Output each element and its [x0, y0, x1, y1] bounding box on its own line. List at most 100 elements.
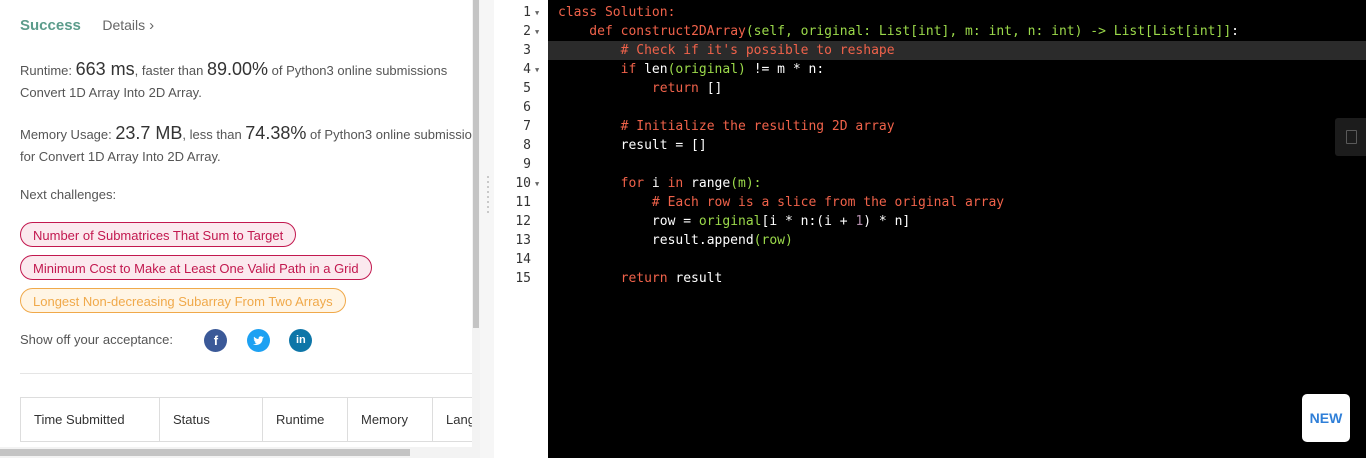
challenge-tag[interactable]: Minimum Cost to Make at Least One Valid … — [20, 255, 372, 280]
code-token: return — [558, 81, 699, 96]
fold-arrow-icon[interactable]: ▼ — [535, 175, 539, 194]
line-number: 13 — [494, 231, 548, 250]
code-line-5[interactable]: return [] — [558, 79, 722, 98]
line-number-text: 14 — [515, 252, 531, 267]
linkedin-icon[interactable]: in — [289, 328, 313, 352]
twitter-bird-icon — [252, 335, 264, 345]
code-token: len — [636, 62, 668, 77]
memory-value: 23.7 MB — [115, 123, 183, 143]
chevron-right-icon: › — [149, 17, 155, 34]
column-header-status[interactable]: Status — [160, 398, 263, 442]
code-line-12[interactable]: row = original[i * n:(i + 1) * n] — [558, 212, 910, 231]
memory-suffix: of Python3 online submissions — [306, 127, 472, 142]
line-number: 10 ▼ — [494, 174, 548, 193]
line-number: 5 — [494, 79, 548, 98]
code-line-15[interactable]: return result — [558, 269, 723, 288]
fold-arrow-icon[interactable]: ▼ — [535, 61, 539, 80]
details-label: Details — [102, 17, 146, 33]
submissions-table-header: Time Submitted Status Runtime Memory Lan… — [20, 397, 472, 442]
code-token: Solution: — [597, 5, 676, 20]
code-line-2[interactable]: def construct2DArray(self, original: Lis… — [558, 22, 1239, 41]
line-number-text: 1 — [523, 5, 531, 20]
line-number: 11 — [494, 193, 548, 212]
memory-less-text: , less than — [182, 127, 246, 142]
runtime-label: Runtime: — [20, 63, 76, 78]
code-line-4[interactable]: if len(original) != m * n: — [558, 60, 825, 79]
splitter-grip-dot — [487, 201, 489, 203]
code-line-13[interactable]: result.append(row) — [558, 231, 793, 250]
result-header: Success Details › — [20, 17, 154, 35]
divider — [20, 373, 472, 374]
code-token: def — [558, 24, 613, 39]
challenge-tag[interactable]: Longest Non-decreasing Subarray From Two… — [20, 288, 346, 313]
panel-splitter[interactable] — [480, 0, 494, 458]
facebook-icon[interactable]: f — [204, 328, 228, 352]
line-number: 2 ▼ — [494, 22, 548, 41]
line-number-text: 9 — [523, 157, 531, 172]
code-token: return — [558, 271, 668, 286]
code-token: (original) — [667, 62, 746, 77]
code-token: construct2DArray — [612, 24, 746, 39]
line-number-text: 4 — [523, 62, 531, 77]
column-header-runtime[interactable]: Runtime — [263, 398, 348, 442]
fold-arrow-icon[interactable]: ▼ — [535, 4, 539, 23]
code-token: List[int] — [878, 24, 950, 39]
line-number: 3 — [494, 41, 548, 60]
line-number: 8 — [494, 136, 548, 155]
code-line-1[interactable]: class Solution: — [558, 3, 675, 22]
code-line-7[interactable]: # Initialize the resulting 2D array — [558, 117, 895, 136]
line-number-text: 13 — [515, 233, 531, 248]
memory-problem: for Convert 1D Array Into 2D Array. — [20, 149, 221, 164]
column-header-time-submitted[interactable]: Time Submitted — [21, 398, 160, 442]
code-token: = [] — [667, 138, 707, 153]
code-line-8[interactable]: result = [] — [558, 136, 707, 155]
fold-arrow-icon[interactable]: ▼ — [535, 23, 539, 42]
line-number-text: 15 — [515, 271, 531, 286]
code-token: row — [558, 214, 676, 229]
code-line-10[interactable]: for i in range(m): — [558, 174, 762, 193]
code-token: original — [698, 214, 762, 229]
code-token: [] — [698, 81, 723, 96]
success-status: Success — [20, 17, 81, 34]
new-button[interactable]: NEW — [1302, 394, 1350, 442]
share-label: Show off your acceptance: — [20, 332, 173, 347]
challenge-tag[interactable]: Number of Submatrices That Sum to Target — [20, 222, 297, 247]
line-number: 15 — [494, 269, 548, 288]
horizontal-scrollbar-thumb[interactable] — [0, 449, 410, 456]
code-token: range — [683, 176, 731, 191]
code-line-11[interactable]: # Each row is a slice from the original … — [558, 193, 1004, 212]
memory-percent: 74.38% — [245, 123, 307, 143]
code-token: ) * n] — [863, 214, 911, 229]
code-token: List[List[int]] — [1113, 24, 1232, 39]
line-number-text: 2 — [523, 24, 531, 39]
column-header-language[interactable]: Language — [433, 398, 472, 442]
code-token: result — [558, 138, 668, 153]
splitter-grip-dot — [487, 196, 489, 198]
code-comment: # Each row is a slice from the original … — [558, 195, 1005, 210]
code-token: : — [1231, 24, 1239, 39]
submission-result-panel: Success Details › Runtime: 663 ms, faster… — [0, 0, 472, 458]
code-token: [i * n:(i + — [761, 214, 856, 229]
splitter-grip-dot — [487, 176, 489, 178]
line-number-text: 5 — [523, 81, 531, 96]
line-number: 6 — [494, 98, 548, 117]
code-token: != m * n: — [745, 62, 825, 77]
vertical-scrollbar-thumb[interactable] — [473, 0, 479, 328]
line-number: 12 — [494, 212, 548, 231]
line-number-text: 8 — [523, 138, 531, 153]
twitter-icon[interactable] — [246, 328, 270, 352]
code-line-3[interactable]: # Check if it's possible to reshape — [558, 41, 895, 60]
splitter-grip-dot — [487, 181, 489, 183]
splitter-grip-dot — [487, 186, 489, 188]
details-link[interactable]: Details › — [102, 17, 155, 34]
line-number: 1 ▼ — [494, 3, 548, 22]
share-row: Show off your acceptance: f in — [20, 328, 313, 352]
side-panel-toggle-button[interactable] — [1335, 118, 1366, 156]
code-token: (row) — [753, 233, 793, 248]
code-comment: # Check if it's possible to reshape — [558, 43, 895, 58]
line-number: 4 ▼ — [494, 60, 548, 79]
code-token: if — [558, 62, 637, 77]
line-number-text: 3 — [523, 43, 531, 58]
column-header-memory[interactable]: Memory — [348, 398, 433, 442]
line-number-text: 7 — [523, 119, 531, 134]
